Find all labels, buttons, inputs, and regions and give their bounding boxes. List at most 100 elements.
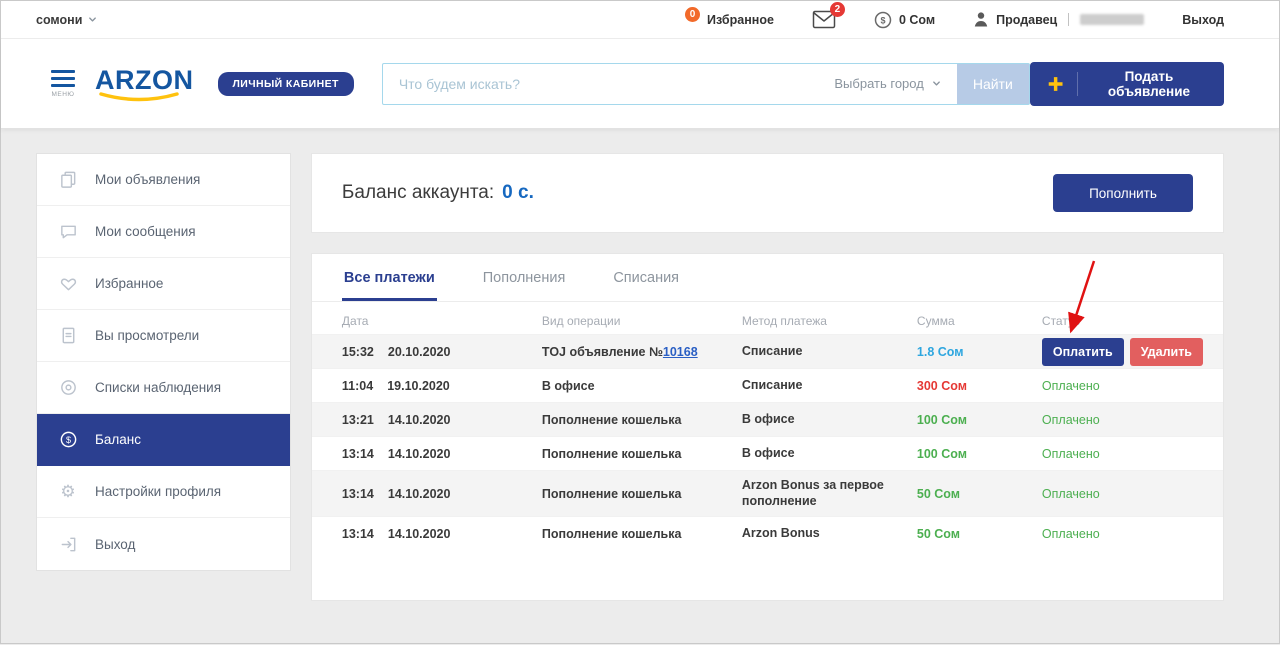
- svg-text:$: $: [65, 435, 70, 445]
- viewed-page-icon: [57, 326, 79, 345]
- row-date: 19.10.2020: [387, 379, 450, 393]
- row-status: Оплачено: [1042, 527, 1203, 541]
- row-method: В офисе: [742, 446, 917, 462]
- sidebar-item-label: Вы просмотрели: [95, 328, 199, 343]
- search-bar: Выбрать город Найти: [382, 63, 1030, 105]
- dollar-circle-icon: $: [874, 11, 892, 29]
- table-row: 13:14 14.10.2020 Пополнение кошелька В о…: [312, 436, 1223, 470]
- sidebar-item-label: Списки наблюдения: [95, 380, 221, 395]
- favorites-link[interactable]: 0 Избранное: [685, 12, 774, 27]
- sidebar-item-label: Настройки профиля: [95, 484, 221, 499]
- logo-text: ARZON: [95, 65, 194, 95]
- currency-label: сомони: [36, 13, 82, 27]
- sidebar-item-logout[interactable]: Выход: [37, 518, 290, 570]
- topbar: сомони 0 Избранное 2 $ 0 Сом: [1, 1, 1279, 39]
- dollar-circle-icon: $: [57, 430, 79, 449]
- row-operation: Пополнение кошелька: [542, 487, 742, 501]
- main-header: МЕНЮ ARZON ЛИЧНЫЙ КАБИНЕТ Выбрать город …: [1, 39, 1279, 129]
- menu-button[interactable]: МЕНЮ: [51, 70, 75, 98]
- wallet-link[interactable]: $ 0 Сом: [874, 11, 935, 29]
- sidebar-item-my-messages[interactable]: Мои сообщения: [37, 206, 290, 258]
- documents-icon: [57, 170, 79, 189]
- menu-label: МЕНЮ: [51, 91, 74, 98]
- seller-phone-redacted: [1080, 14, 1144, 25]
- sidebar-item-balance[interactable]: $ Баланс: [37, 414, 290, 466]
- row-amount: 100 Сом: [917, 447, 1042, 461]
- post-ad-label: Подать объявление: [1091, 69, 1207, 99]
- balance-label: Баланс аккаунта:: [342, 182, 494, 204]
- column-date: Дата: [342, 314, 542, 328]
- sidebar-item-label: Выход: [95, 537, 135, 552]
- favorites-badge: 0: [685, 7, 700, 22]
- row-amount: 100 Сом: [917, 413, 1042, 427]
- row-operation: TOJ объявление №: [542, 345, 663, 359]
- row-date: 14.10.2020: [388, 487, 451, 501]
- divider: [1077, 72, 1078, 96]
- sidebar-item-favorites[interactable]: Избранное: [37, 258, 290, 310]
- sidebar-item-profile-settings[interactable]: ⚙ Настройки профиля: [37, 466, 290, 518]
- row-time: 13:14: [342, 527, 374, 541]
- row-method: Arzon Bonus за первое пополнение: [742, 478, 917, 509]
- chevron-down-icon: [88, 15, 97, 24]
- search-input[interactable]: [383, 64, 819, 104]
- search-button[interactable]: Найти: [957, 64, 1029, 104]
- row-date: 20.10.2020: [388, 345, 451, 359]
- tab-topups[interactable]: Пополнения: [481, 254, 568, 301]
- topup-button[interactable]: Пополнить: [1053, 174, 1193, 212]
- table-header: Дата Вид операции Метод платежа Сумма Ст…: [312, 302, 1223, 334]
- logo-swoosh-icon: [98, 92, 180, 104]
- logout-label: Выход: [1182, 13, 1224, 27]
- balance-card: Баланс аккаунта: 0 с. Пополнить: [311, 153, 1224, 233]
- tab-all-payments[interactable]: Все платежи: [342, 254, 437, 301]
- table-row: 13:14 14.10.2020 Пополнение кошелька Arz…: [312, 516, 1223, 550]
- row-date: 14.10.2020: [388, 527, 451, 541]
- sidebar-item-viewed[interactable]: Вы просмотрели: [37, 310, 290, 362]
- hamburger-icon: [51, 70, 75, 74]
- plus-icon: [1047, 74, 1064, 94]
- row-method: Arzon Bonus: [742, 526, 917, 542]
- sidebar-item-label: Мои сообщения: [95, 224, 196, 239]
- personal-cabinet-badge[interactable]: ЛИЧНЫЙ КАБИНЕТ: [218, 72, 354, 96]
- currency-selector[interactable]: сомони: [36, 13, 97, 27]
- sidebar-item-my-ads[interactable]: Мои объявления: [37, 154, 290, 206]
- delete-button[interactable]: Удалить: [1130, 338, 1203, 366]
- city-label: Выбрать город: [834, 76, 923, 91]
- person-icon: [973, 11, 989, 28]
- watchlist-icon: [57, 378, 79, 397]
- payments-card: Все платежи Пополнения Списания Дата Вид…: [311, 253, 1224, 601]
- row-time: 13:14: [342, 447, 374, 461]
- ad-number-link[interactable]: 10168: [663, 345, 698, 359]
- gear-icon: ⚙: [57, 483, 79, 500]
- table-row: 13:14 14.10.2020 Пополнение кошелька Arz…: [312, 470, 1223, 516]
- sidebar: Мои объявления Мои сообщения Избранное В…: [36, 153, 291, 571]
- main-panel: Баланс аккаунта: 0 с. Пополнить Все плат…: [311, 153, 1224, 601]
- favorites-label: Избранное: [707, 13, 774, 27]
- table-row: 13:21 14.10.2020 Пополнение кошелька В о…: [312, 402, 1223, 436]
- arzon-logo[interactable]: ARZON: [95, 65, 194, 102]
- column-method: Метод платежа: [742, 314, 917, 328]
- seller-label: Продавец: [996, 13, 1057, 27]
- table-row: 11:04 19.10.2020 В офисе Списание 300 Со…: [312, 368, 1223, 402]
- content: Мои объявления Мои сообщения Избранное В…: [1, 129, 1279, 601]
- sidebar-item-label: Баланс: [95, 432, 141, 447]
- row-status: Оплачено: [1042, 487, 1203, 501]
- pay-button[interactable]: Оплатить: [1042, 338, 1124, 366]
- row-method: Списание: [742, 378, 917, 394]
- logout-link[interactable]: Выход: [1182, 13, 1224, 27]
- column-amount: Сумма: [917, 314, 1042, 328]
- column-status: Статус: [1042, 314, 1203, 328]
- balance-value: 0 с.: [502, 182, 534, 204]
- column-operation: Вид операции: [542, 314, 742, 328]
- post-ad-button[interactable]: Подать объявление: [1030, 62, 1224, 106]
- row-time: 15:32: [342, 345, 374, 359]
- seller-account[interactable]: Продавец: [973, 11, 1144, 28]
- messages-link[interactable]: 2: [812, 10, 836, 29]
- row-date: 14.10.2020: [388, 447, 451, 461]
- row-amount: 300 Сом: [917, 379, 1042, 393]
- row-time: 13:21: [342, 413, 374, 427]
- wallet-balance: 0 Сом: [899, 13, 935, 27]
- tab-writeoffs[interactable]: Списания: [611, 254, 681, 301]
- city-selector[interactable]: Выбрать город: [818, 64, 956, 104]
- sidebar-item-watchlists[interactable]: Списки наблюдения: [37, 362, 290, 414]
- row-amount: 1.8 Сом: [917, 345, 1042, 359]
